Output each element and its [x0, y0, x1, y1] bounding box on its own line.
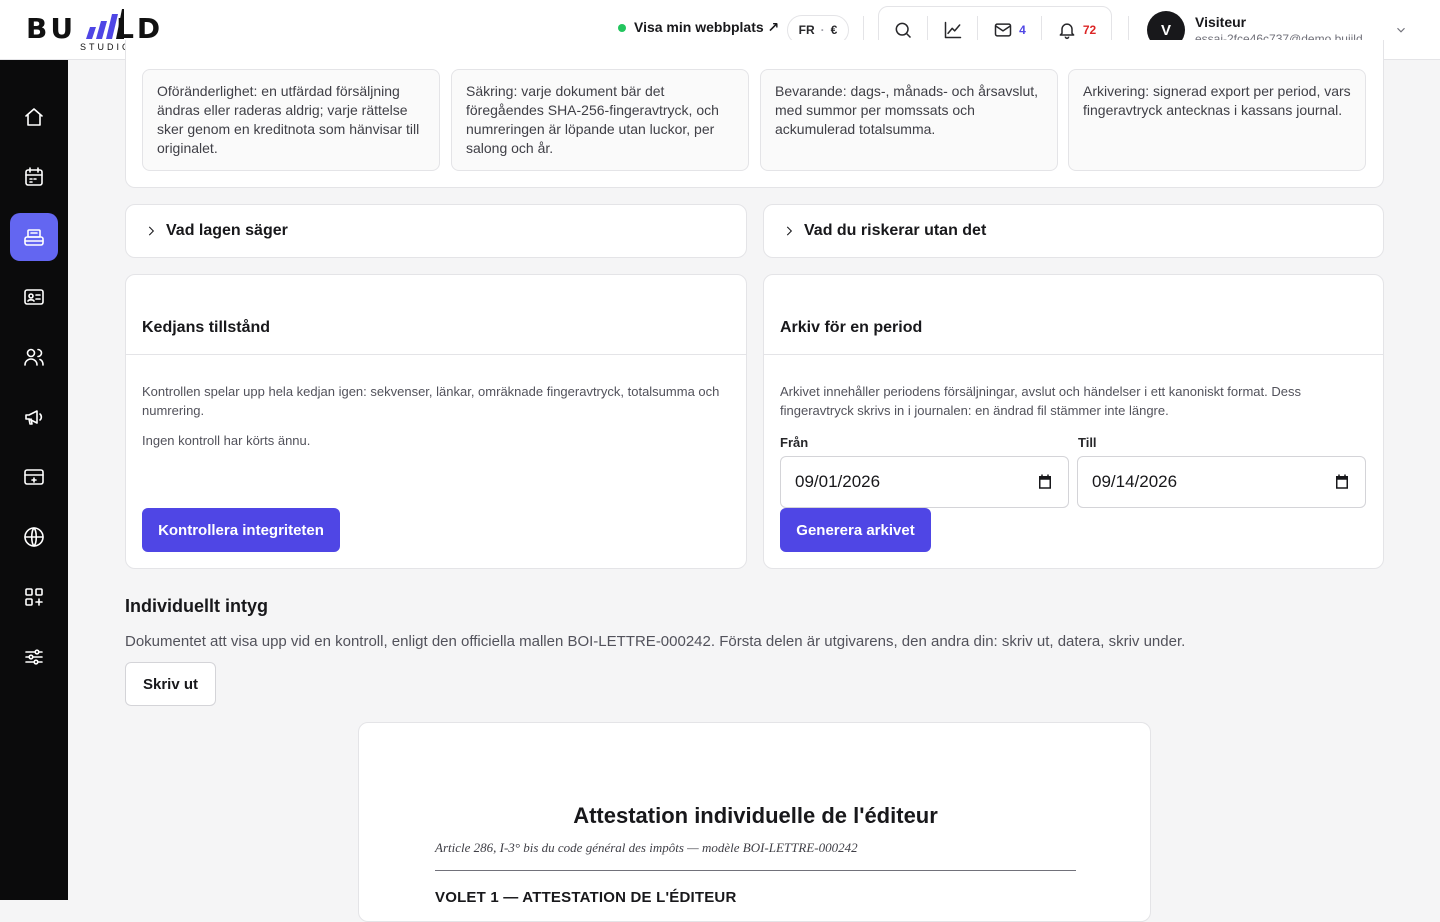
- print-button[interactable]: Skriv ut: [125, 662, 216, 706]
- sliders-icon: [25, 649, 43, 665]
- sidebar-item-payments[interactable]: [10, 453, 58, 501]
- certificate-section-description: Dokumentet att visa upp vid en kontroll,…: [125, 633, 1186, 650]
- sidebar-item-team[interactable]: [10, 333, 58, 381]
- chevron-right-icon: [148, 226, 155, 236]
- certificate-document: Attestation individuelle de l'éditeur Ar…: [358, 722, 1151, 922]
- mail-count-badge: 4: [1019, 22, 1026, 37]
- view-site-link[interactable]: Visa min webbplats ↗: [618, 19, 779, 36]
- sidebar-item-marketing[interactable]: [10, 393, 58, 441]
- from-date-value: 09/01/2026: [795, 472, 881, 491]
- view-site-label: Visa min webbplats ↗: [634, 19, 780, 35]
- lang-separator: ·: [820, 23, 825, 37]
- to-date-input[interactable]: 09/14/2026: [1077, 456, 1366, 508]
- principle-tile-archiving: Arkivering: signerad export per period, …: [1068, 69, 1366, 171]
- home-icon: [25, 108, 43, 126]
- chain-state-title: Kedjans tillstånd: [142, 319, 271, 336]
- archive-title: Arkiv för en period: [780, 319, 923, 336]
- sidebar-item-settings[interactable]: [10, 633, 58, 681]
- generate-archive-button[interactable]: Generera arkivet: [780, 508, 931, 552]
- bell-icon: [1059, 22, 1075, 39]
- chevron-down-icon[interactable]: [1394, 23, 1408, 37]
- calendar-icon: [25, 167, 43, 186]
- document-rule: [435, 870, 1076, 871]
- contact-card-icon: [24, 289, 44, 305]
- chain-state-card: Kedjans tillstånd Kontrollen spelar upp …: [125, 274, 747, 569]
- mail-icon: [994, 22, 1012, 37]
- divider: [126, 354, 746, 355]
- sidebar: [0, 60, 68, 900]
- currency-label: €: [830, 23, 838, 37]
- users-icon: [24, 348, 44, 366]
- apps-icon: [25, 588, 43, 606]
- chevron-right-icon: [786, 226, 793, 236]
- to-date-value: 09/14/2026: [1092, 472, 1178, 491]
- accordion-risk-label: Vad du riskerar utan det: [804, 222, 987, 239]
- globe-icon: [24, 527, 44, 547]
- from-date-input[interactable]: 09/01/2026: [780, 456, 1069, 508]
- user-name: Visiteur: [1195, 14, 1247, 30]
- to-label: Till: [1078, 435, 1097, 450]
- language-label: FR: [798, 23, 815, 37]
- sidebar-item-apps[interactable]: [10, 573, 58, 621]
- megaphone-icon: [25, 410, 43, 425]
- logo-left-text: BU: [26, 12, 77, 45]
- accordion-law-label: Vad lagen säger: [166, 222, 288, 239]
- document-subtitle: Article 286, I-3° bis du code général de…: [435, 840, 858, 855]
- online-status-dot: [618, 23, 626, 32]
- archive-card: Arkiv för en period Arkivet innehåller p…: [763, 274, 1384, 569]
- principle-tile-immutability: Oföränderlighet: en utfärdad försäljning…: [142, 69, 440, 171]
- sidebar-item-register[interactable]: [10, 213, 58, 261]
- card-icon: [24, 469, 44, 485]
- calendar-icon[interactable]: [1036, 473, 1054, 491]
- search-icon: [895, 22, 912, 38]
- chain-state-note: Ingen kontroll har körts ännu.: [142, 433, 311, 448]
- certificate-section-title: Individuellt intyg: [125, 596, 268, 616]
- document-section-heading: VOLET 1 — ATTESTATION DE L'ÉDITEUR: [435, 889, 737, 906]
- calendar-icon[interactable]: [1333, 473, 1351, 491]
- principle-tile-preservation: Bevarande: dags-, månads- och årsavslut,…: [760, 69, 1058, 171]
- accordion-law[interactable]: Vad lagen säger: [125, 204, 747, 258]
- chain-state-description: Kontrollen spelar upp hela kedjan igen: …: [142, 384, 720, 418]
- sidebar-item-clients[interactable]: [10, 273, 58, 321]
- document-title: Attestation individuelle de l'éditeur: [573, 803, 938, 828]
- archive-description: Arkivet innehåller periodens försäljning…: [780, 384, 1301, 418]
- chart-icon: [944, 21, 961, 38]
- notification-count-badge: 72: [1082, 22, 1097, 37]
- sidebar-item-calendar[interactable]: [10, 153, 58, 201]
- divider: [764, 354, 1383, 355]
- sidebar-item-website[interactable]: [10, 513, 58, 561]
- check-integrity-button[interactable]: Kontrollera integriteten: [142, 508, 340, 552]
- logo-bars-icon: [86, 9, 124, 39]
- from-label: Från: [780, 435, 809, 450]
- principle-tile-securing: Säkring: varje dokument bär det föregåen…: [451, 69, 749, 171]
- sidebar-item-home[interactable]: [10, 93, 58, 141]
- accordion-risk[interactable]: Vad du riskerar utan det: [763, 204, 1384, 258]
- register-icon: [24, 229, 44, 246]
